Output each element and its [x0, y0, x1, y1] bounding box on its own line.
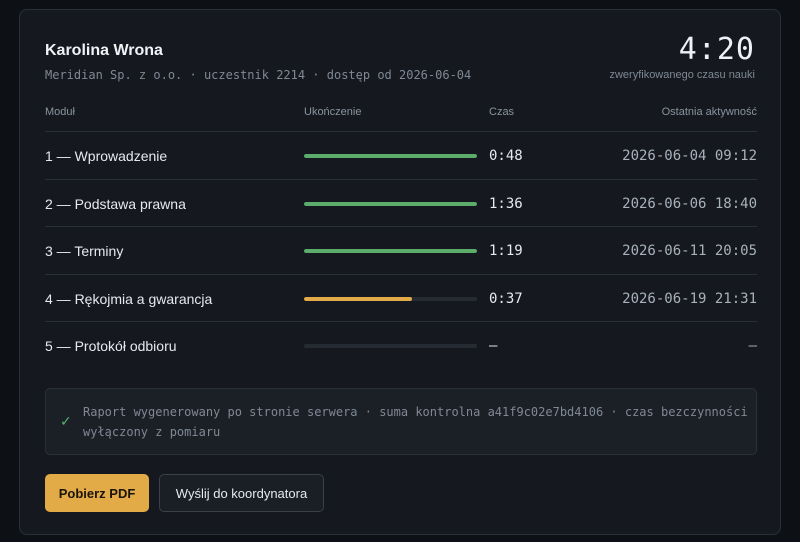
module-last-activity: —	[748, 338, 757, 354]
table-row: 5 — Protokół odbioru — —	[45, 322, 757, 370]
modules-table: Moduł Ukończenie Czas Ostatnia aktywność…	[45, 98, 757, 370]
module-last-activity: 2026-06-04 09:12	[622, 148, 757, 164]
module-time: 0:48	[489, 148, 523, 164]
table-header: Moduł Ukończenie Czas Ostatnia aktywność	[45, 98, 757, 132]
progress-fill	[304, 154, 477, 158]
header-time: Czas	[489, 106, 515, 118]
progress-bar	[304, 344, 477, 348]
participant-name: Karolina Wrona	[45, 42, 163, 59]
module-name: 1 — Wprowadzenie	[45, 148, 168, 164]
total-time-label: zweryfikowanego czasu nauki	[609, 69, 755, 81]
header-last-activity: Ostatnia aktywność	[661, 106, 757, 118]
module-time: 1:19	[489, 243, 523, 259]
module-time: 1:36	[489, 195, 523, 212]
send-to-coordinator-button[interactable]: Wyślij do koordynatora	[159, 474, 324, 512]
progress-bar	[304, 154, 477, 158]
module-last-activity: 2026-06-06 18:40	[622, 195, 757, 212]
module-time: —	[489, 338, 498, 354]
total-time: 4:20	[678, 32, 755, 67]
progress-bar	[304, 201, 477, 206]
table-row: 2 — Podstawa prawna 1:36 2026-06-06 18:4…	[45, 180, 757, 227]
notice-text: Raport wygenerowany po stronie serwera ·…	[83, 405, 748, 439]
table-row: 4 — Rękojmia a gwarancja 0:37 2026-06-19…	[45, 275, 757, 322]
download-pdf-button[interactable]: Pobierz PDF	[45, 474, 149, 512]
report-card: Karolina Wrona Meridian Sp. z o.o. · ucz…	[19, 9, 781, 535]
module-name: 5 — Protokół odbioru	[45, 338, 177, 354]
module-last-activity: 2026-06-19 21:31	[622, 290, 757, 307]
progress-bar	[304, 249, 477, 253]
table-row: 1 — Wprowadzenie 0:48 2026-06-04 09:12	[45, 132, 757, 180]
check-icon: ✓	[60, 413, 72, 429]
header-module: Moduł	[45, 106, 75, 118]
progress-bar	[304, 296, 477, 301]
module-name: 3 — Terminy	[45, 243, 124, 259]
participant-meta: Meridian Sp. z o.o. · uczestnik 2214 · d…	[45, 68, 472, 82]
header-progress: Ukończenie	[304, 106, 362, 118]
report-notice: ✓ Raport wygenerowany po stronie serwera…	[45, 388, 757, 455]
progress-fill	[304, 249, 477, 253]
module-time: 0:37	[489, 290, 523, 307]
module-name: 4 — Rękojmia a gwarancja	[45, 290, 213, 307]
progress-fill	[304, 296, 413, 301]
progress-fill	[304, 201, 477, 206]
module-last-activity: 2026-06-11 20:05	[622, 243, 757, 259]
module-name: 2 — Podstawa prawna	[45, 195, 186, 212]
table-row: 3 — Terminy 1:19 2026-06-11 20:05	[45, 227, 757, 275]
